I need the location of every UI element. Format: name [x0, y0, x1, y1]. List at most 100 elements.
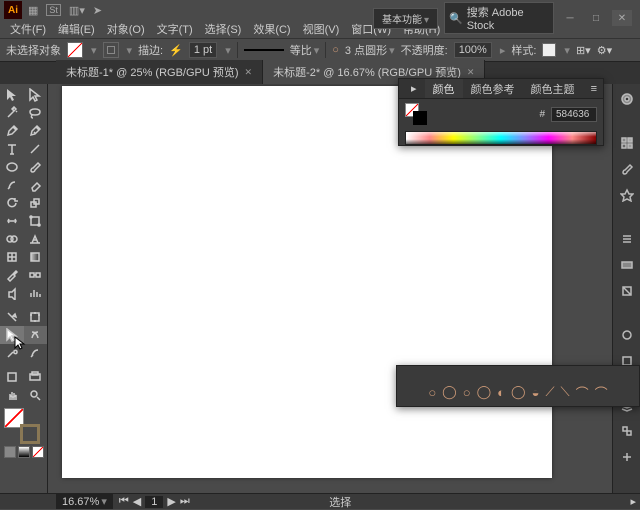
curvature-tool[interactable]	[24, 122, 48, 140]
brush-shape-7[interactable]: ◒	[532, 385, 540, 400]
fill-stroke-swatches[interactable]	[4, 408, 40, 444]
eyedropper-tool[interactable]	[0, 266, 24, 284]
scale-tool[interactable]	[24, 194, 48, 212]
print-tiling-tool[interactable]	[24, 368, 48, 386]
brush-shape-4[interactable]: ◯	[477, 384, 492, 400]
dock-align-icon[interactable]	[618, 422, 636, 440]
dock-transform-icon[interactable]	[618, 448, 636, 466]
dock-swatches-icon[interactable]	[618, 134, 636, 152]
nav-last-icon[interactable]: ⏭	[180, 495, 190, 508]
style-swatch[interactable]	[542, 43, 556, 57]
knife-tool[interactable]	[0, 344, 24, 362]
document-tab-1[interactable]: 未标题-1* @ 25% (RGB/GPU 预览)✕	[56, 60, 263, 84]
dock-symbols-icon[interactable]	[618, 186, 636, 204]
stock-icon[interactable]: St	[46, 4, 61, 16]
brush-shape-2[interactable]: ◯	[442, 384, 457, 400]
blend-tool[interactable]	[24, 266, 48, 284]
arrange-icon[interactable]: ▥▾	[69, 4, 85, 17]
color-spectrum[interactable]	[405, 131, 597, 145]
color-tab[interactable]: 颜色	[425, 79, 463, 98]
panel-collapse-icon[interactable]: ▸	[403, 79, 425, 98]
direct-selection-tool[interactable]	[24, 86, 48, 104]
menu-object[interactable]: 对象(O)	[103, 19, 149, 39]
selection-tool[interactable]	[0, 86, 24, 104]
nav-next-icon[interactable]: ▶	[167, 495, 175, 508]
brush-shape-11[interactable]: ⌒	[595, 383, 608, 402]
search-adobe-stock[interactable]: 🔍搜索 Adobe Stock	[444, 2, 554, 34]
dock-appearance-icon[interactable]	[618, 326, 636, 344]
menu-type[interactable]: 文字(T)	[153, 19, 197, 39]
stroke-weight-dd[interactable]	[223, 44, 231, 57]
artboard-tool-2[interactable]	[0, 368, 24, 386]
tab-close-icon[interactable]: ✕	[467, 67, 475, 78]
artboard-number[interactable]: 1	[145, 496, 163, 508]
panel-menu-icon[interactable]: ≡	[585, 79, 603, 98]
brush-shape-9[interactable]: ⟍	[561, 384, 570, 400]
free-transform-tool[interactable]	[24, 212, 48, 230]
ellipse-tool[interactable]	[0, 158, 24, 176]
slice-tool[interactable]	[0, 308, 24, 326]
dock-brushes-icon[interactable]	[618, 160, 636, 178]
menu-select[interactable]: 选择(S)	[201, 19, 246, 39]
align-icon[interactable]: ⊞▾	[576, 44, 591, 57]
dock-gradient-icon[interactable]	[618, 256, 636, 274]
style-dd[interactable]	[562, 44, 570, 57]
line-segment-tool[interactable]	[24, 140, 48, 158]
minimize-button[interactable]: ─	[560, 10, 580, 26]
fill-dd[interactable]	[89, 44, 97, 57]
type-tool[interactable]	[0, 140, 24, 158]
opacity-value[interactable]: 100%	[454, 42, 492, 58]
close-button[interactable]: ✕	[612, 10, 632, 26]
color-mode[interactable]	[4, 446, 16, 458]
brush-shape-6[interactable]: ◯	[511, 384, 526, 400]
hex-input[interactable]: 584636	[551, 107, 597, 122]
scissors-tool[interactable]	[24, 344, 48, 362]
shape-builder-tool[interactable]	[0, 230, 24, 248]
menu-effect[interactable]: 效果(C)	[249, 19, 294, 39]
crop-tool[interactable]	[24, 326, 48, 344]
width-tool[interactable]	[0, 212, 24, 230]
uniform-dd[interactable]: 等比	[290, 42, 320, 58]
dock-transparency-icon[interactable]	[618, 282, 636, 300]
panel-fill-stroke[interactable]	[405, 103, 427, 125]
brush-shape-dd[interactable]: 3 点圆形	[345, 42, 395, 58]
tab-close-icon[interactable]: ✕	[245, 67, 253, 78]
none-mode[interactable]	[32, 446, 44, 458]
brush-shape-3[interactable]: ○	[463, 385, 471, 400]
eraser-tool[interactable]	[24, 176, 48, 194]
workspace-switcher[interactable]: 基本功能	[373, 8, 438, 29]
magic-wand-tool[interactable]	[0, 104, 24, 122]
hand-tool-2[interactable]	[0, 386, 24, 404]
menu-edit[interactable]: 编辑(E)	[54, 19, 99, 39]
rotate-tool[interactable]	[0, 194, 24, 212]
status-menu-icon[interactable]: ▸	[630, 495, 636, 508]
prefs-icon[interactable]: ⚙▾	[597, 44, 612, 57]
zoom-level[interactable]: 16.67%	[56, 494, 113, 509]
nav-prev-icon[interactable]: ◀	[133, 495, 141, 508]
stroke-link-icon[interactable]: ⚡	[169, 44, 183, 57]
color-guide-tab[interactable]: 颜色参考	[463, 79, 523, 98]
artboard-tool[interactable]	[24, 308, 48, 326]
shaper-tool[interactable]	[0, 176, 24, 194]
column-graph-tool[interactable]	[24, 284, 48, 302]
lasso-tool[interactable]	[24, 104, 48, 122]
maximize-button[interactable]: □	[586, 10, 606, 26]
bridge-icon[interactable]: ▦	[28, 4, 38, 17]
zoom-tool[interactable]	[24, 386, 48, 404]
symbol-sprayer-tool[interactable]	[0, 284, 24, 302]
brush-shape-8[interactable]: ⟋	[545, 384, 554, 400]
dock-color-icon[interactable]	[618, 90, 636, 108]
paintbrush-tool[interactable]	[24, 158, 48, 176]
stroke-swatch[interactable]	[103, 42, 119, 58]
dock-stroke-icon[interactable]	[618, 230, 636, 248]
nav-first-icon[interactable]: ⏮	[119, 495, 129, 508]
pen-tool[interactable]	[0, 122, 24, 140]
menu-view[interactable]: 视图(V)	[299, 19, 344, 39]
opacity-arrow[interactable]: ▸	[500, 44, 506, 57]
stroke-dd[interactable]	[125, 44, 133, 57]
hand-tool[interactable]	[0, 326, 24, 344]
menu-file[interactable]: 文件(F)	[6, 19, 50, 39]
perspective-grid-tool[interactable]	[24, 230, 48, 248]
brush-shape-1[interactable]: ○	[428, 385, 436, 400]
gradient-mode[interactable]	[18, 446, 30, 458]
